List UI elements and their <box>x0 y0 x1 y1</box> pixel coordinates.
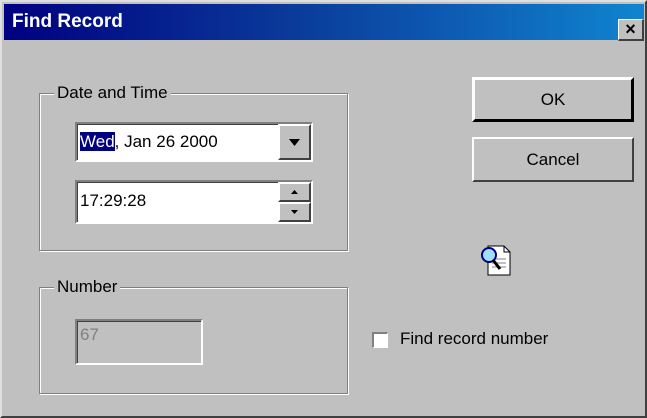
time-value[interactable]: 17:29:28 <box>80 191 146 211</box>
title-bar[interactable]: Find Record × <box>4 4 644 41</box>
date-time-group: Date and Time <box>39 82 348 251</box>
time-spin-down-button[interactable] <box>278 202 311 222</box>
close-button[interactable]: × <box>618 19 644 41</box>
number-legend: Number <box>54 276 121 298</box>
window-title: Find Record <box>12 11 123 32</box>
date-time-legend: Date and Time <box>54 82 171 104</box>
spin-up-icon <box>291 190 298 194</box>
time-spinner[interactable]: 17:29:28 <box>75 180 313 224</box>
time-spin-up-button[interactable] <box>278 182 311 202</box>
date-weekday-selected[interactable]: Wed <box>80 132 115 151</box>
spin-down-icon <box>291 210 298 214</box>
number-field[interactable]: 67 <box>75 319 203 365</box>
date-picker[interactable]: Wed, Jan 26 2000 <box>75 122 313 162</box>
chevron-down-icon <box>289 139 300 146</box>
find-record-dialog: Find Record × Date and Time Wed, Jan 26 … <box>0 0 647 418</box>
ok-button-label: OK <box>540 90 566 109</box>
number-value: 67 <box>80 325 99 344</box>
find-document-icon <box>481 245 511 276</box>
cancel-button-label: Cancel <box>526 150 580 169</box>
close-icon: × <box>625 19 636 39</box>
ok-button[interactable]: OK <box>472 77 634 122</box>
cancel-button[interactable]: Cancel <box>472 137 634 182</box>
date-dropdown-button[interactable] <box>278 124 311 160</box>
date-rest[interactable]: , Jan 26 2000 <box>115 132 218 151</box>
find-record-number-label[interactable]: Find record number <box>400 329 548 349</box>
find-record-number-checkbox[interactable] <box>372 332 388 348</box>
